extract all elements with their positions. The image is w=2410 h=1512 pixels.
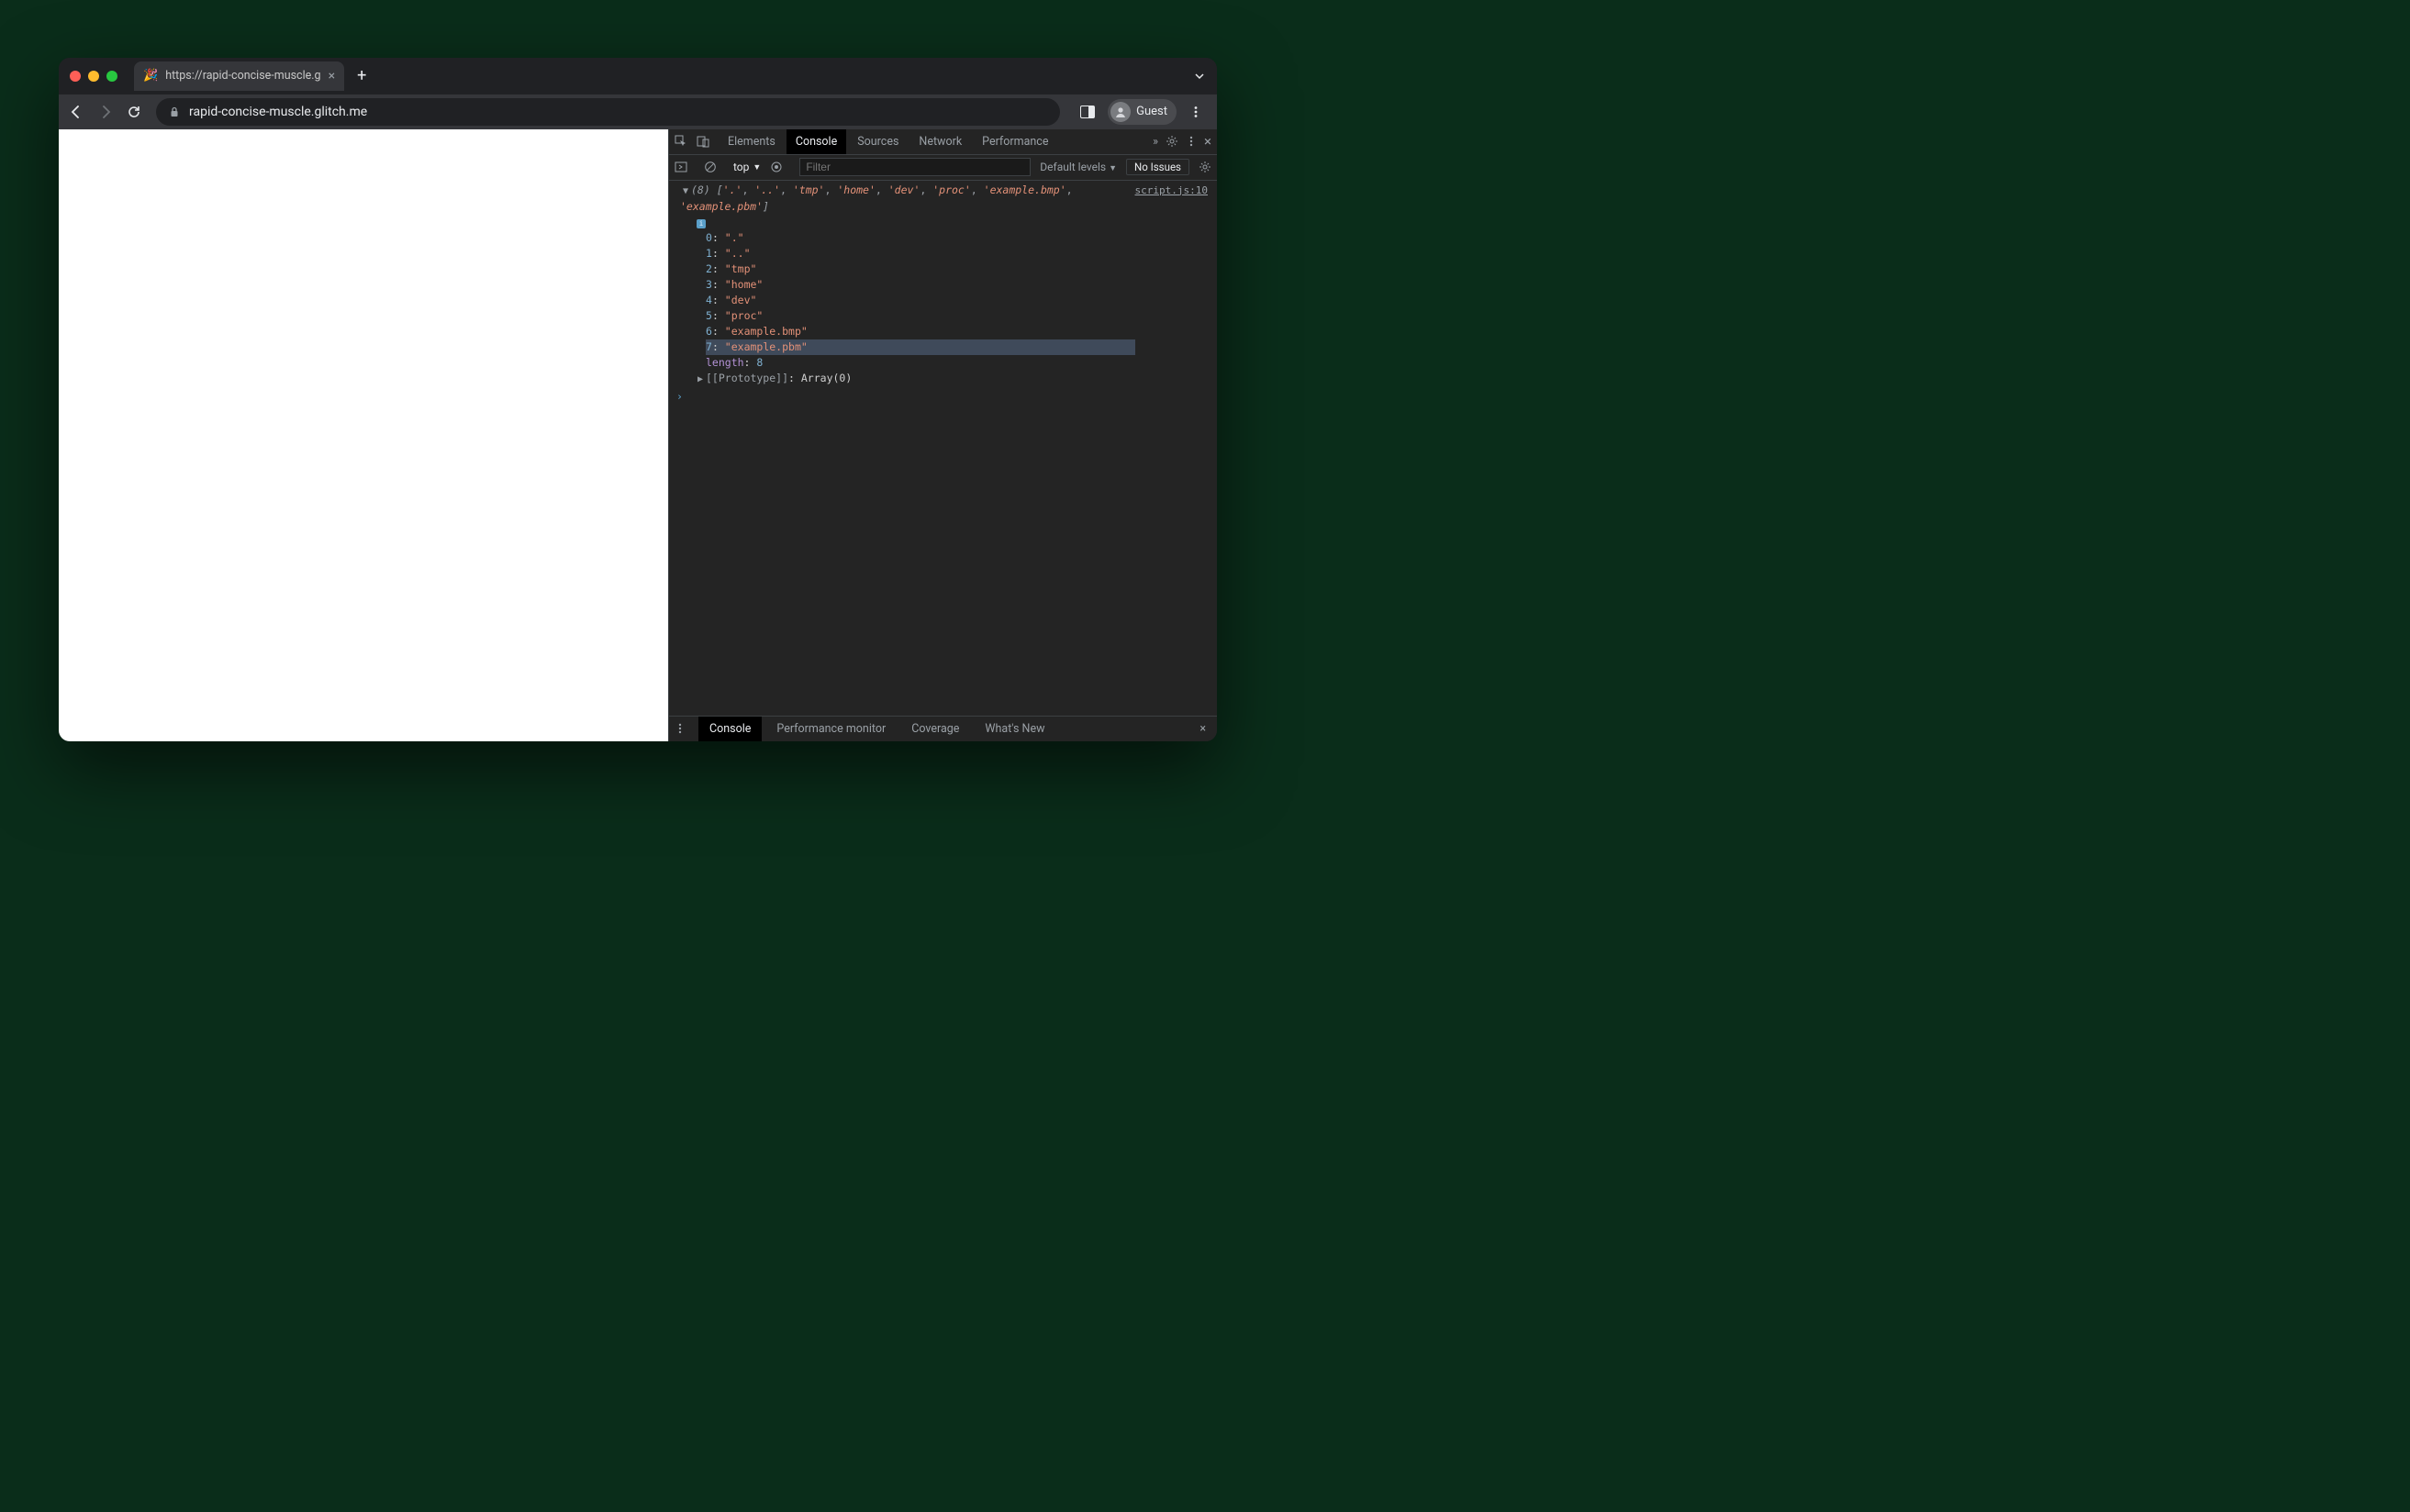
array-entry[interactable]: 5: "proc"	[706, 308, 1135, 324]
prototype-label: [[Prototype]]	[706, 372, 788, 384]
tab-overflow-button[interactable]	[1193, 70, 1206, 83]
context-selector[interactable]: top ▼	[733, 161, 761, 173]
source-link[interactable]: script.js:10	[1135, 183, 1217, 387]
more-tabs-button[interactable]: »	[1153, 135, 1158, 149]
devtools-menu-icon[interactable]	[1186, 136, 1197, 147]
tab-performance[interactable]: Performance	[973, 129, 1057, 154]
favicon: 🎉	[143, 69, 158, 83]
tab-network[interactable]: Network	[909, 129, 971, 154]
drawer-close-icon[interactable]: ×	[1194, 722, 1211, 736]
tab-elements[interactable]: Elements	[719, 129, 785, 154]
clear-console-icon[interactable]	[704, 161, 724, 173]
reload-button[interactable]	[127, 105, 145, 119]
drawer-tab-coverage[interactable]: Coverage	[900, 717, 970, 741]
inspect-icon[interactable]	[675, 135, 695, 148]
profile-label: Guest	[1136, 105, 1167, 118]
tab-sources[interactable]: Sources	[848, 129, 908, 154]
minimize-window-button[interactable]	[88, 71, 99, 82]
devtools-tabbar: Elements Console Sources Network Perform…	[669, 129, 1217, 155]
forward-button[interactable]	[97, 104, 116, 120]
collapse-icon[interactable]: ▼	[680, 183, 691, 199]
array-count: (8)	[691, 183, 710, 196]
devtools-close-icon[interactable]: ×	[1204, 133, 1211, 150]
array-entry[interactable]: 0: "."	[706, 230, 1135, 246]
tab-strip: 🎉 https://rapid-concise-muscle.g × +	[59, 58, 1217, 94]
address-bar[interactable]: rapid-concise-muscle.glitch.me	[156, 98, 1060, 126]
console-prompt[interactable]: ›	[669, 387, 1217, 406]
array-entry[interactable]: 4: "dev"	[706, 293, 1135, 308]
expand-icon[interactable]: ▶	[695, 372, 706, 387]
console-sidebar-icon[interactable]	[675, 161, 695, 173]
array-entry[interactable]: 7: "example.pbm"	[706, 339, 1135, 355]
length-label: length	[706, 356, 744, 369]
side-panel-icon[interactable]	[1080, 106, 1095, 118]
array-entry[interactable]: 1: ".."	[706, 246, 1135, 261]
content-area: Elements Console Sources Network Perform…	[59, 129, 1217, 741]
console-output[interactable]: ▼(8) ['.', '..', 'tmp', 'home', 'dev', '…	[669, 181, 1217, 716]
drawer-tab-whats-new[interactable]: What's New	[974, 717, 1055, 741]
menu-button[interactable]	[1189, 106, 1208, 118]
avatar-icon	[1110, 102, 1131, 122]
log-levels-selector[interactable]: Default levels ▼	[1040, 161, 1117, 173]
length-value: 8	[756, 356, 763, 369]
console-settings-icon[interactable]	[1199, 161, 1211, 173]
filter-input[interactable]	[799, 158, 1031, 176]
window-controls	[70, 71, 117, 82]
tab-console[interactable]: Console	[787, 129, 846, 154]
devtools-drawer: Console Performance monitor Coverage Wha…	[669, 716, 1217, 741]
console-toolbar: top ▼ Default levels ▼ No Issues	[669, 155, 1217, 181]
browser-toolbar: rapid-concise-muscle.glitch.me Guest	[59, 94, 1217, 129]
info-icon: i	[697, 219, 706, 228]
url-text: rapid-concise-muscle.glitch.me	[189, 105, 367, 119]
toolbar-right: Guest	[1080, 99, 1208, 125]
page-viewport[interactable]	[59, 129, 668, 741]
browser-window: 🎉 https://rapid-concise-muscle.g × + rap…	[59, 58, 1217, 741]
array-entry[interactable]: 6: "example.bmp"	[706, 324, 1135, 339]
lock-icon	[169, 106, 180, 117]
drawer-tab-performance-monitor[interactable]: Performance monitor	[765, 717, 897, 741]
close-window-button[interactable]	[70, 71, 81, 82]
live-expression-icon[interactable]	[770, 161, 790, 173]
maximize-window-button[interactable]	[106, 71, 117, 82]
drawer-tab-console[interactable]: Console	[698, 717, 762, 741]
array-summary[interactable]: ▼(8) ['.', '..', 'tmp', 'home', 'dev', '…	[680, 183, 1135, 215]
prototype-value: Array(0)	[801, 372, 852, 384]
array-entry[interactable]: 2: "tmp"	[706, 261, 1135, 277]
issues-badge[interactable]: No Issues	[1126, 159, 1189, 175]
browser-tab[interactable]: 🎉 https://rapid-concise-muscle.g ×	[134, 61, 344, 91]
new-tab-button[interactable]: +	[357, 66, 366, 85]
tab-title: https://rapid-concise-muscle.g	[165, 69, 320, 83]
console-log-entry[interactable]: ▼(8) ['.', '..', 'tmp', 'home', 'dev', '…	[669, 183, 1217, 387]
profile-chip[interactable]: Guest	[1108, 99, 1177, 125]
array-entry[interactable]: 3: "home"	[706, 277, 1135, 293]
settings-icon[interactable]	[1166, 135, 1178, 148]
device-mode-icon[interactable]	[697, 135, 717, 148]
devtools-panel: Elements Console Sources Network Perform…	[668, 129, 1217, 741]
drawer-menu-icon[interactable]	[675, 723, 695, 734]
close-tab-button[interactable]: ×	[329, 69, 335, 83]
back-button[interactable]	[68, 104, 86, 120]
